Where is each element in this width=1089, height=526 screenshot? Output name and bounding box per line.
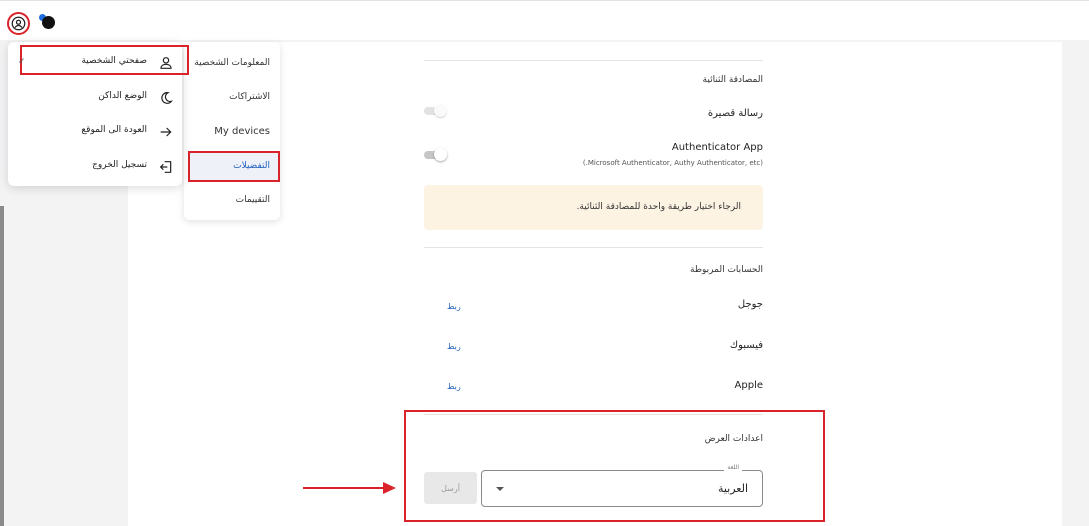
link-apple-button[interactable]: ربط [447,382,461,391]
side-nav-label: My devices [214,126,270,137]
linked-account-name: Apple [734,380,763,391]
two-factor-title: المصادقة الثنائية [702,75,763,85]
toggle-knob [434,148,447,161]
menu-item-dark-mode[interactable]: الوضع الداكن [8,83,182,113]
annotation-arrow-head [383,482,396,494]
side-nav-label: التفضيلات [233,161,270,171]
side-nav-label: المعلومات الشخصية [194,58,270,68]
linked-account-name: فيسبوك [729,340,763,351]
account-circle-icon[interactable] [7,12,30,35]
authenticator-toggle[interactable] [424,148,448,161]
side-nav-item-personal-info[interactable]: المعلومات الشخصية [184,50,280,80]
menu-item-label: العودة الى الموقع [81,125,147,135]
side-nav-label: الاشتراكات [229,92,270,102]
language-value: العربية [717,482,748,495]
language-label: اللغة [724,464,742,471]
linked-account-name: جوجل [737,299,763,310]
two-factor-notice: الرجاء اختيار طريقة واحدة للمصادقة الثنا… [424,185,763,230]
language-select[interactable]: اللغة العربية [481,464,763,507]
menu-item-my-profile[interactable]: ✓ صفحتي الشخصية [8,48,182,78]
arrow-right-icon [160,127,172,137]
side-nav-label: التقييمات [235,195,270,205]
link-google-button[interactable]: ربط [447,302,461,311]
side-nav-item-my-devices[interactable]: My devices [184,119,280,149]
side-nav-item-preferences[interactable]: التفضيلات [184,153,280,183]
toggle-knob [434,104,447,117]
menu-item-label: الوضع الداكن [98,91,147,101]
menu-item-label: صفحتي الشخصية [81,56,147,66]
menu-item-logout[interactable]: تسجيل الخروج [8,152,182,182]
section-divider [424,60,763,61]
check-icon: ✓ [18,57,26,67]
top-bar [0,0,1089,40]
display-settings-title: اعدادات العرض [704,434,763,444]
authenticator-hint: (.Microsoft Authenticator, Authy Authent… [582,159,763,167]
menu-item-label: تسجيل الخروج [92,160,147,170]
moon-icon [161,92,173,104]
link-facebook-button[interactable]: ربط [447,342,461,351]
authenticator-label: Authenticator App [671,142,763,153]
sms-toggle[interactable] [424,104,448,117]
annotation-arrow-line [303,487,386,489]
section-divider [424,414,763,415]
linked-accounts-title: الحسابات المربوطة [690,265,763,275]
logout-icon [159,161,172,173]
side-nav-item-subscriptions[interactable]: الاشتراكات [184,84,280,114]
send-button[interactable]: أرسل [424,472,477,504]
settings-side-nav: المعلومات الشخصية الاشتراكات My devices … [184,42,280,220]
chevron-down-icon [496,487,504,491]
section-divider [424,247,763,248]
menu-item-back-to-site[interactable]: العودة الى الموقع [8,117,182,147]
window-edge [0,206,4,526]
user-menu-dropdown: ✓ صفحتي الشخصية الوضع الداكن العودة الى … [8,42,189,186]
person-icon [160,57,172,69]
side-nav-item-ratings[interactable]: التقييمات [184,187,280,217]
app-page: المصادقة الثنائية رسالة قصيرة Authentica… [0,0,1089,526]
sms-label: رسالة قصيرة [707,108,763,119]
account-circle-glyph [11,16,26,31]
brand-logo-dark-dot [42,16,55,29]
